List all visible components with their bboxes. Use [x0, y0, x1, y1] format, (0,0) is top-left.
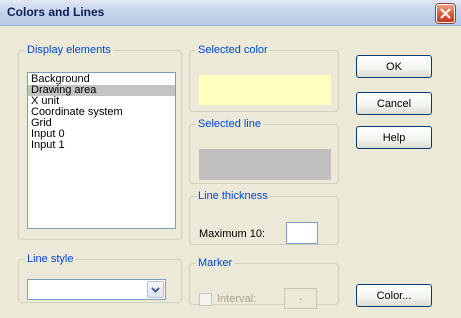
selected-color-swatch: [199, 75, 331, 105]
maximum-input[interactable]: [286, 222, 318, 244]
marker-legend: Marker: [198, 257, 233, 269]
colors-and-lines-dialog: Colors and Lines Display elements Backgr…: [0, 0, 461, 318]
display-elements-group: Display elements Background Drawing area…: [18, 44, 182, 240]
line-thickness-legend: Line thickness: [198, 190, 268, 202]
ok-button[interactable]: OK: [356, 55, 432, 78]
interval-value-box[interactable]: -: [284, 288, 317, 309]
line-style-select[interactable]: [27, 279, 166, 300]
dropdown-button[interactable]: [147, 281, 164, 298]
display-elements-list[interactable]: Background Drawing area X unit Coordinat…: [27, 72, 176, 229]
selected-line-group: Selected line: [189, 118, 339, 184]
selected-color-group: Selected color: [189, 44, 339, 112]
interval-label: Interval:: [217, 293, 257, 305]
selected-line-swatch: [199, 149, 331, 180]
line-thickness-group: Line thickness Maximum 10:: [189, 190, 339, 245]
cancel-button[interactable]: Cancel: [356, 92, 432, 115]
marker-group: Marker Interval: -: [189, 257, 339, 309]
selected-line-legend: Selected line: [198, 118, 261, 130]
list-item[interactable]: Input 1: [28, 140, 175, 151]
help-button[interactable]: Help: [356, 126, 432, 149]
window-title: Colors and Lines: [7, 5, 105, 19]
close-icon: [440, 8, 451, 19]
line-style-group: Line style: [18, 253, 182, 303]
interval-checkbox[interactable]: [199, 293, 212, 306]
chevron-down-icon: [151, 286, 160, 293]
maximum-label: Maximum 10:: [199, 228, 266, 240]
selected-color-legend: Selected color: [198, 44, 268, 56]
close-button[interactable]: [436, 4, 455, 23]
title-bar[interactable]: Colors and Lines: [0, 0, 461, 26]
line-style-legend: Line style: [27, 253, 74, 265]
display-elements-legend: Display elements: [27, 44, 111, 56]
interval-value: -: [298, 292, 303, 305]
color-button[interactable]: Color...: [356, 284, 432, 307]
